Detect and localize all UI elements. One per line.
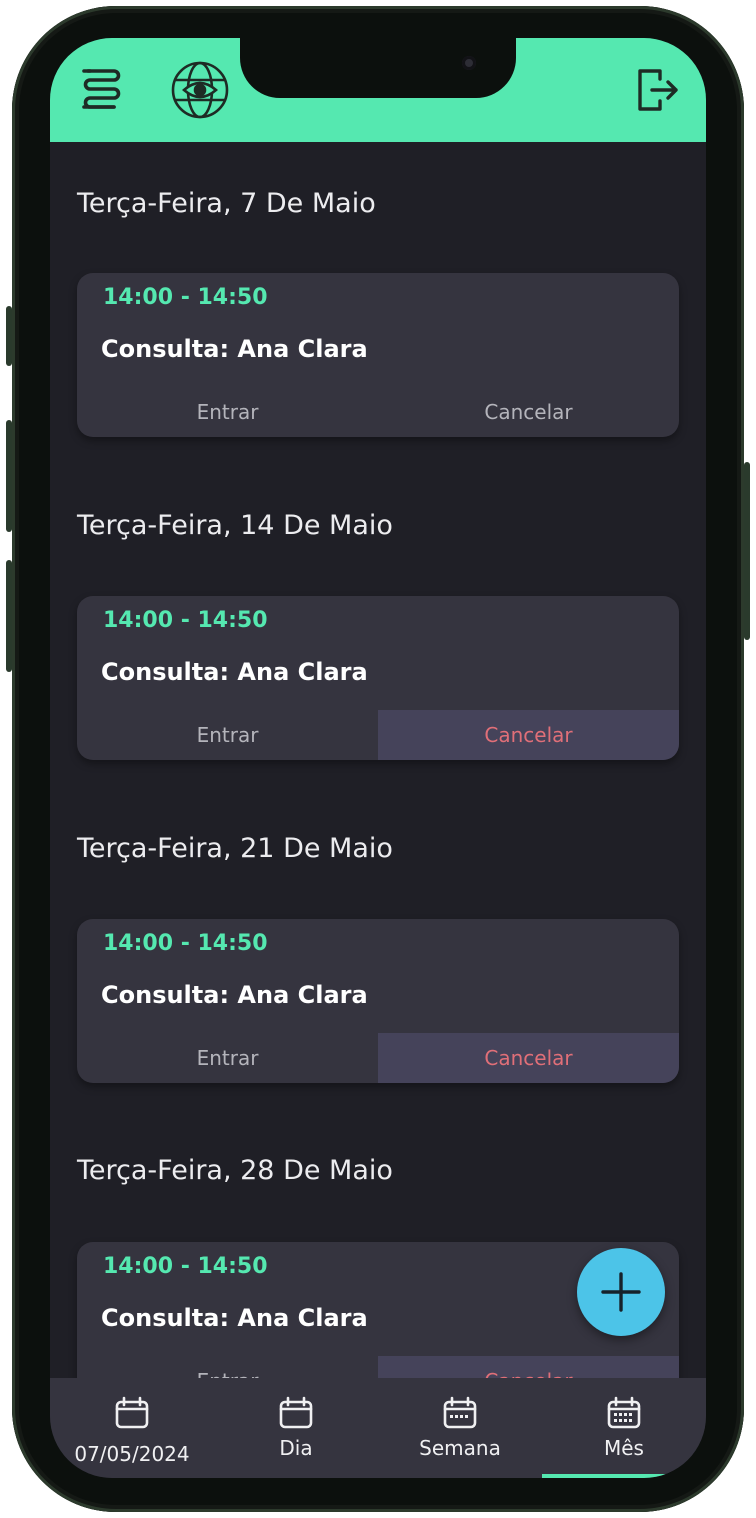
- cancel-button[interactable]: Cancelar: [378, 1033, 679, 1083]
- enter-button[interactable]: Entrar: [77, 1356, 378, 1378]
- nav-month-label: Mês: [604, 1436, 644, 1460]
- nav-week-label: Semana: [419, 1436, 501, 1460]
- nav-date[interactable]: 07/05/2024: [50, 1378, 214, 1478]
- cancel-button[interactable]: Cancelar: [378, 1356, 679, 1378]
- plus-icon: [601, 1272, 641, 1312]
- appointment-title: Consulta: Ana Clara: [101, 1304, 368, 1332]
- enter-button[interactable]: Entrar: [77, 1033, 378, 1083]
- bottom-nav: 07/05/2024 Dia Semana Mês: [50, 1378, 706, 1478]
- card-actions: Entrar Cancelar: [77, 1356, 679, 1378]
- add-appointment-button[interactable]: [577, 1248, 665, 1336]
- cancel-button[interactable]: Cancelar: [378, 387, 679, 437]
- eye-globe-logo-icon: [170, 60, 230, 120]
- day-heading: Terça-Feira, 21 De Maio: [77, 833, 393, 864]
- cancel-button[interactable]: Cancelar: [378, 710, 679, 760]
- app-screen: Terça-Feira, 7 De Maio 14:00 - 14:50 Con…: [50, 38, 706, 1478]
- appointment-time: 14:00 - 14:50: [103, 285, 268, 310]
- appointment-time: 14:00 - 14:50: [103, 1254, 268, 1279]
- logout-icon[interactable]: [636, 66, 680, 114]
- notch: [240, 38, 516, 98]
- appointment-card[interactable]: 14:00 - 14:50 Consulta: Ana Clara Entrar…: [77, 273, 679, 437]
- appointment-title: Consulta: Ana Clara: [101, 335, 368, 363]
- nav-day-label: Dia: [279, 1436, 313, 1460]
- appointment-card[interactable]: 14:00 - 14:50 Consulta: Ana Clara Entrar…: [77, 596, 679, 760]
- day-heading: Terça-Feira, 7 De Maio: [77, 188, 376, 219]
- calendar-month-icon: [607, 1396, 641, 1429]
- nav-month[interactable]: Mês: [542, 1378, 706, 1478]
- top-bar: [50, 38, 706, 142]
- agenda-list[interactable]: Terça-Feira, 7 De Maio 14:00 - 14:50 Con…: [50, 142, 706, 1378]
- menu-icon[interactable]: [80, 66, 124, 112]
- appointment-time: 14:00 - 14:50: [103, 931, 268, 956]
- day-heading: Terça-Feira, 28 De Maio: [77, 1155, 393, 1186]
- appointment-card[interactable]: 14:00 - 14:50 Consulta: Ana Clara Entrar…: [77, 919, 679, 1083]
- nav-date-label: 07/05/2024: [74, 1442, 190, 1466]
- enter-button[interactable]: Entrar: [77, 387, 378, 437]
- power-button: [744, 462, 750, 640]
- front-camera: [462, 56, 476, 70]
- nav-week[interactable]: Semana: [378, 1378, 542, 1478]
- day-heading: Terça-Feira, 14 De Maio: [77, 510, 393, 541]
- volume-down-button: [6, 560, 12, 672]
- volume-up-button: [6, 420, 12, 532]
- appointment-title: Consulta: Ana Clara: [101, 981, 368, 1009]
- enter-button[interactable]: Entrar: [77, 710, 378, 760]
- calendar-icon: [115, 1396, 149, 1429]
- card-actions: Entrar Cancelar: [77, 387, 679, 437]
- card-actions: Entrar Cancelar: [77, 1033, 679, 1083]
- appointment-title: Consulta: Ana Clara: [101, 658, 368, 686]
- calendar-day-icon: [279, 1396, 313, 1429]
- card-actions: Entrar Cancelar: [77, 710, 679, 760]
- mute-switch: [6, 306, 12, 366]
- appointment-time: 14:00 - 14:50: [103, 608, 268, 633]
- calendar-week-icon: [443, 1396, 477, 1429]
- nav-day[interactable]: Dia: [214, 1378, 378, 1478]
